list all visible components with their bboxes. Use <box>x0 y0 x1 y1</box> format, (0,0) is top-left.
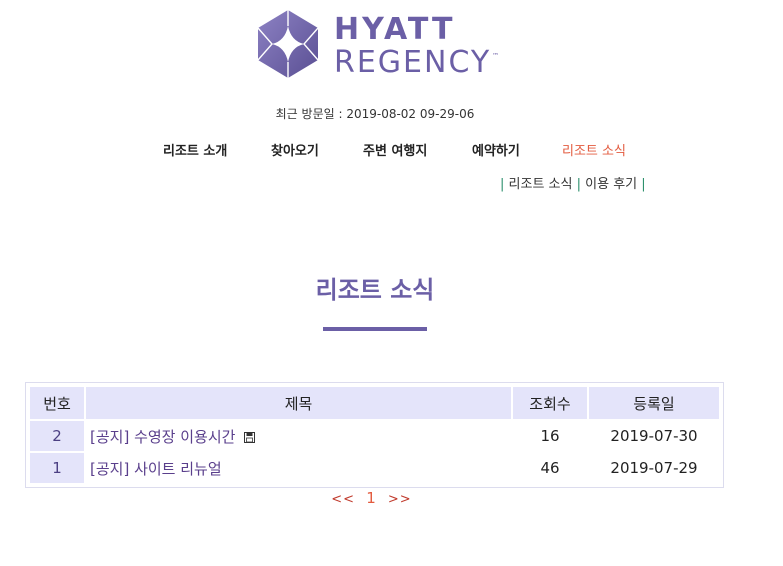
row-views: 16 <box>540 427 560 445</box>
pagination-next[interactable]: >> <box>388 492 412 507</box>
table-row: 1 [공지] 사이트 리뉴얼 46 2019-07-29 <box>30 453 719 483</box>
header-views: 조회수 <box>513 387 587 419</box>
subnav-separator: | <box>500 177 505 192</box>
sub-nav: | 리조트 소식 | 이용 후기 | <box>500 173 646 192</box>
row-subject-link[interactable]: [공지] 사이트 리뉴얼 <box>90 460 222 478</box>
trademark-symbol: ™ <box>492 52 499 60</box>
title-underline <box>323 327 427 331</box>
row-subject-cell: [공지] 수영장 이용시간 <box>86 421 511 451</box>
floppy-disk-icon <box>244 431 256 443</box>
nav-item-resort-intro[interactable]: 리조트 소개 <box>163 140 227 159</box>
table-header-row: 번호 제목 조회수 등록일 <box>30 387 719 419</box>
notice-table: 번호 제목 조회수 등록일 2 [공지] 수영장 이용시간 16 2019-07… <box>28 385 721 485</box>
pagination-prev[interactable]: << <box>331 492 355 507</box>
subnav-separator: | <box>576 177 581 192</box>
header-subject: 제목 <box>86 387 511 419</box>
notice-board: 번호 제목 조회수 등록일 2 [공지] 수영장 이용시간 16 2019-07… <box>25 382 724 488</box>
subnav-separator: | <box>641 177 646 192</box>
subnav-item-reviews[interactable]: 이용 후기 <box>585 177 637 192</box>
row-subject-link[interactable]: [공지] 수영장 이용시간 <box>90 428 235 446</box>
main-nav: 리조트 소개 찾아오기 주변 여행지 예약하기 리조트 소식 <box>0 140 783 160</box>
nav-item-reservation[interactable]: 예약하기 <box>472 140 520 159</box>
pagination-current-page[interactable]: 1 <box>366 489 377 507</box>
hyatt-regency-logo[interactable]: HYATT REGENCY ™ <box>256 8 506 82</box>
row-subject-cell: [공지] 사이트 리뉴얼 <box>86 453 511 483</box>
page-title: 리조트 소식 <box>315 276 435 304</box>
nav-item-nearby-attractions[interactable]: 주변 여행지 <box>363 140 427 159</box>
row-views: 46 <box>540 459 560 477</box>
header-number: 번호 <box>30 387 84 419</box>
row-date: 2019-07-30 <box>610 427 698 445</box>
last-visit-text: 최근 방문일 : 2019-08-02 09-29-06 <box>275 107 475 121</box>
pagination: << 1 >> <box>0 489 743 507</box>
row-number: 1 <box>30 453 84 483</box>
table-row: 2 [공지] 수영장 이용시간 16 2019-07-30 <box>30 421 719 451</box>
brand-name-line1: HYATT <box>334 12 456 47</box>
brand-name-line2: REGENCY <box>334 45 492 80</box>
nav-item-directions[interactable]: 찾아오기 <box>271 140 319 159</box>
header-date: 등록일 <box>589 387 719 419</box>
hyatt-star-logo-icon <box>257 10 319 78</box>
nav-item-resort-news[interactable]: 리조트 소식 <box>562 140 626 159</box>
row-date: 2019-07-29 <box>610 459 698 477</box>
subnav-item-resort-news[interactable]: 리조트 소식 <box>509 177 573 192</box>
row-number: 2 <box>30 421 84 451</box>
